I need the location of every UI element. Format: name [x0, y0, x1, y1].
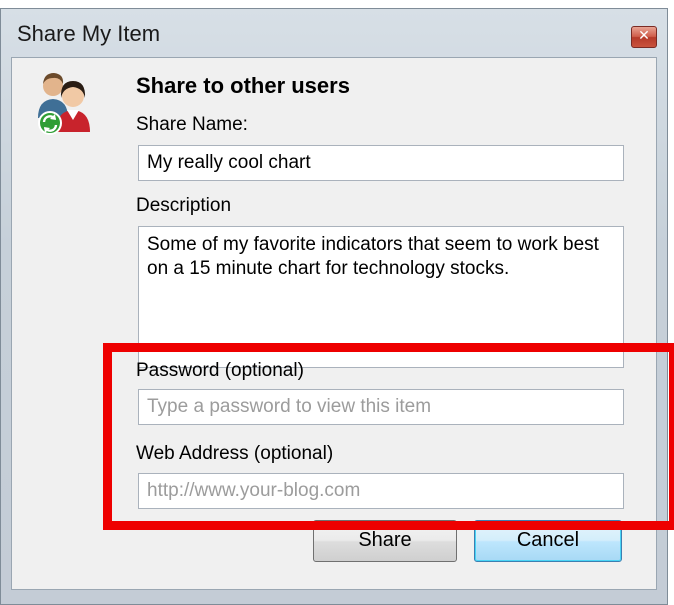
cancel-button[interactable]: Cancel	[474, 520, 622, 562]
password-label: Password (optional)	[136, 360, 304, 381]
users-share-icon	[36, 68, 92, 136]
share-name-label: Share Name:	[136, 114, 248, 135]
close-button[interactable]: ✕	[631, 26, 657, 48]
dialog-heading: Share to other users	[136, 73, 350, 98]
web-address-input[interactable]	[138, 473, 624, 509]
close-icon: ✕	[638, 28, 650, 44]
users-share-icon-graphic	[38, 73, 90, 135]
password-input[interactable]	[138, 389, 624, 425]
share-dialog-window: Share My Item ✕ Share to other users Sha…	[0, 8, 668, 605]
share-name-input[interactable]	[138, 145, 624, 181]
share-button[interactable]: Share	[313, 520, 457, 562]
window-title: Share My Item	[17, 21, 161, 46]
description-textarea[interactable]: Some of my favorite indicators that seem…	[138, 226, 624, 368]
web-address-label: Web Address (optional)	[136, 443, 334, 464]
description-label: Description	[136, 195, 232, 216]
title-bar[interactable]: Share My Item ✕	[1, 9, 667, 57]
dialog-client-area: Share to other users Share Name: Descrip…	[11, 57, 657, 590]
